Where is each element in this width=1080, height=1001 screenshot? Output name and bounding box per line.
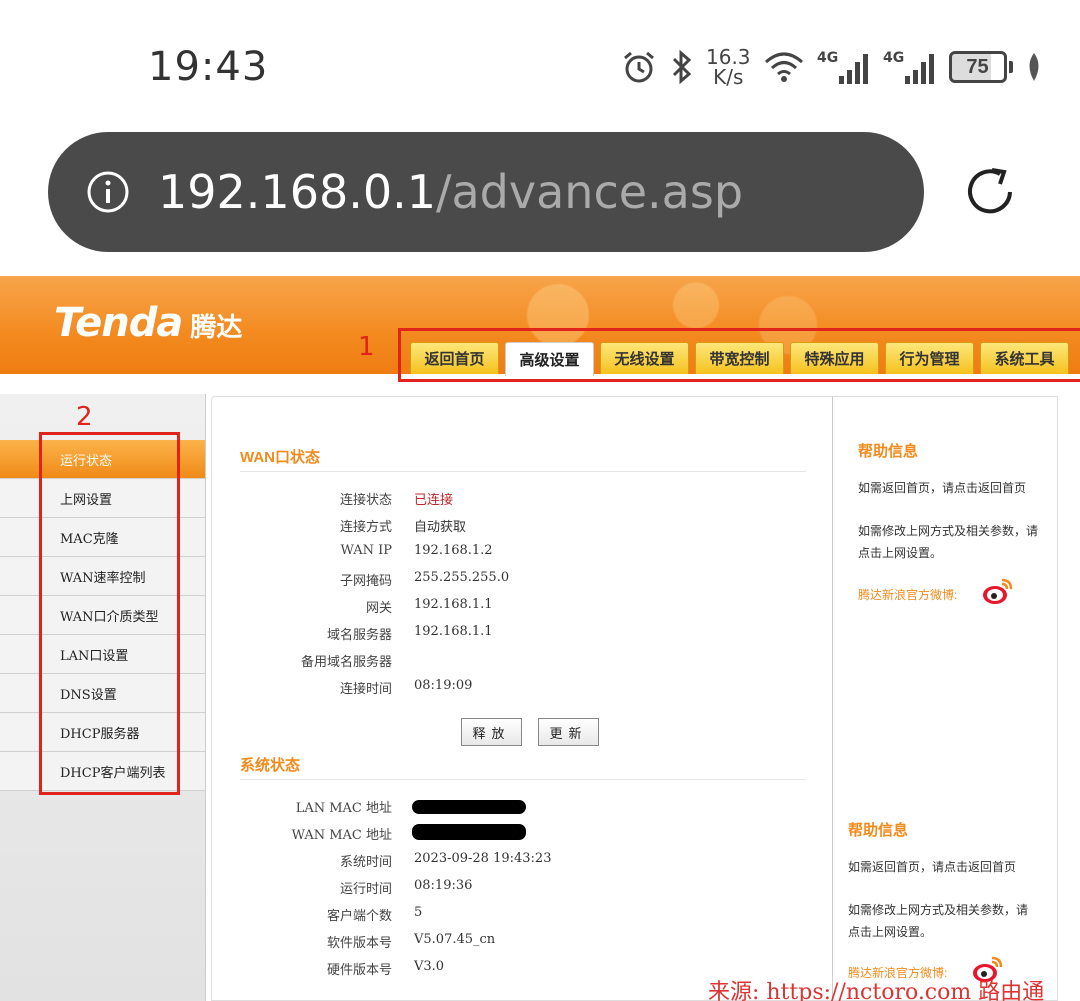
info-icon[interactable] bbox=[86, 170, 130, 214]
sys-row-value: V3.0 bbox=[414, 959, 445, 974]
help-text: 如需修改上网方式及相关参数，请点击上网设置。 bbox=[848, 903, 1029, 939]
section-divider bbox=[240, 471, 806, 472]
url-host: 192.168.0.1 bbox=[158, 165, 436, 219]
release-button[interactable]: 释放 bbox=[461, 718, 522, 746]
tab-behavior-management[interactable]: 行为管理 bbox=[885, 342, 974, 374]
redaction-mark bbox=[412, 800, 526, 814]
tab-advanced-settings[interactable]: 高级设置 bbox=[505, 342, 594, 376]
renew-button[interactable]: 更新 bbox=[538, 718, 599, 746]
wan-row-value: 192.168.1.1 bbox=[414, 624, 493, 639]
system-status-title: 系统状态 bbox=[240, 757, 301, 774]
wan-row-label: 网关 bbox=[365, 601, 392, 616]
sys-row-value: 08:19:36 bbox=[414, 878, 473, 893]
clock: 19:43 bbox=[148, 44, 269, 90]
sys-row-label: 系统时间 bbox=[339, 855, 392, 870]
wan-row-label: 域名服务器 bbox=[326, 628, 392, 643]
alarm-icon bbox=[624, 51, 654, 83]
tab-home[interactable]: 返回首页 bbox=[410, 342, 499, 374]
sys-row-label: WAN MAC 地址 bbox=[291, 828, 392, 843]
wan-row-label: 备用域名服务器 bbox=[300, 655, 392, 670]
bluetooth-icon bbox=[672, 49, 692, 85]
wan-row-label: WAN IP bbox=[340, 543, 393, 558]
reload-icon[interactable] bbox=[958, 160, 1022, 224]
tab-bandwidth-control[interactable]: 带宽控制 bbox=[695, 342, 784, 374]
wan-row-label: 连接方式 bbox=[339, 520, 392, 535]
url-text[interactable]: 192.168.0.1/advance.asp bbox=[158, 165, 743, 219]
signal-4g-icon: 4G bbox=[817, 50, 868, 84]
weibo-icon[interactable] bbox=[982, 576, 1014, 606]
address-bar[interactable]: 192.168.0.1/advance.asp bbox=[48, 132, 924, 252]
brand-logo: Tenda 腾达 bbox=[54, 300, 243, 346]
leaf-icon bbox=[1029, 53, 1039, 81]
svg-text:4G: 4G bbox=[883, 50, 904, 66]
tab-special-apps[interactable]: 特殊应用 bbox=[790, 342, 879, 374]
wan-row-value: 192.168.1.1 bbox=[414, 597, 493, 612]
signal-4g-icon-2: 4G bbox=[883, 50, 934, 84]
top-nav-tabs: 返回首页 高级设置 无线设置 带宽控制 特殊应用 行为管理 系统工具 bbox=[410, 342, 1069, 376]
sys-row-label: 客户端个数 bbox=[326, 909, 392, 924]
help-text: 如需返回首页，请点击返回首页 bbox=[848, 860, 1017, 874]
redaction-mark bbox=[412, 824, 526, 840]
tab-wireless-settings[interactable]: 无线设置 bbox=[600, 342, 689, 374]
sys-row-label: 运行时间 bbox=[339, 882, 392, 897]
help-title: 帮助信息 bbox=[848, 822, 909, 839]
sys-row-value: 5 bbox=[414, 905, 423, 920]
wan-row-value: 255.255.255.0 bbox=[414, 570, 510, 585]
help-text: 如需修改上网方式及相关参数，请点击上网设置。 bbox=[858, 524, 1039, 560]
sys-row-label: 硬件版本号 bbox=[326, 963, 392, 978]
source-watermark: 来源: https://nctoro.com 路由通 bbox=[708, 980, 1045, 1001]
weibo-label: 腾达新浪官方微博: bbox=[858, 588, 958, 602]
help-title: 帮助信息 bbox=[858, 443, 919, 460]
annotation-box-2 bbox=[39, 432, 180, 795]
status-icons: 16.3 K/s 4G 4G 75 bbox=[620, 42, 1043, 92]
wan-row-value: 08:19:09 bbox=[414, 678, 473, 693]
sys-row-value: 2023-09-28 19:43:23 bbox=[414, 851, 552, 866]
annotation-number-1: 1 bbox=[358, 332, 375, 362]
annotation-number-2: 2 bbox=[76, 402, 93, 432]
sys-row-label: 软件版本号 bbox=[326, 936, 392, 951]
svg-text:4G: 4G bbox=[817, 50, 838, 66]
help-text: 如需返回首页，请点击返回首页 bbox=[858, 481, 1027, 495]
wan-row-label: 子网掩码 bbox=[339, 574, 392, 589]
wifi-icon bbox=[764, 52, 803, 82]
wan-status-title: WAN口状态 bbox=[240, 449, 320, 466]
sys-row-value: V5.07.45_cn bbox=[414, 932, 496, 947]
wan-row-label: 连接时间 bbox=[339, 682, 392, 697]
sys-row-label: LAN MAC 地址 bbox=[295, 801, 392, 816]
battery-indicator: 75 bbox=[948, 51, 1013, 83]
net-speed: 16.3 K/s bbox=[706, 45, 751, 89]
wan-row-value: 自动获取 bbox=[414, 520, 467, 535]
tab-system-tools[interactable]: 系统工具 bbox=[980, 342, 1069, 374]
wan-row-label: 连接状态 bbox=[339, 493, 392, 508]
wan-row-value: 192.168.1.2 bbox=[414, 543, 493, 558]
connection-status-value: 已连接 bbox=[414, 493, 454, 508]
status-bar: 19:43 16.3 K/s 4G 4G 75 bbox=[0, 0, 1080, 120]
section-divider bbox=[240, 779, 806, 780]
url-path: /advance.asp bbox=[436, 165, 744, 219]
